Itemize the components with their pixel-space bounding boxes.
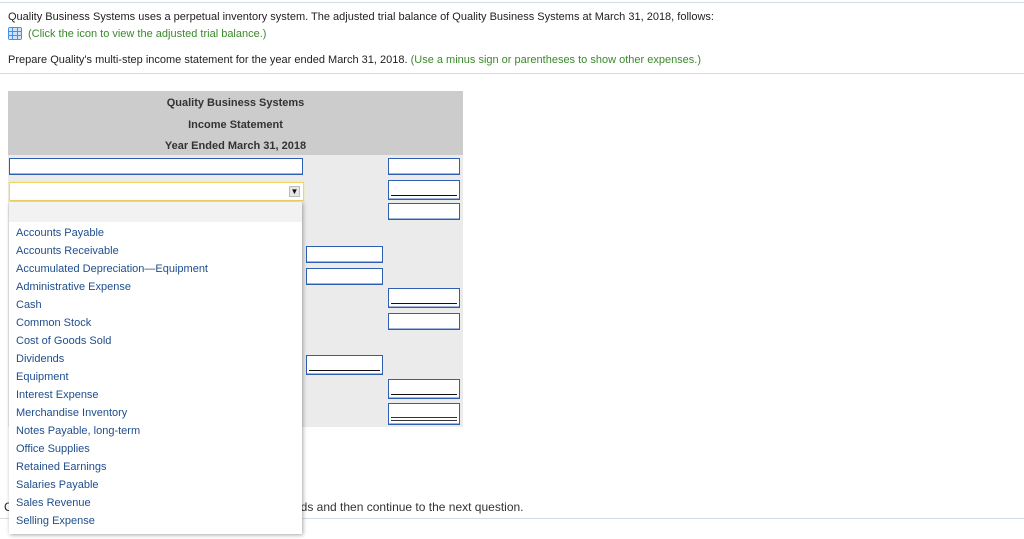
dropdown-option[interactable]: Equipment bbox=[9, 368, 302, 386]
amount-input-underlined[interactable] bbox=[388, 379, 460, 399]
dropdown-arrow-icon[interactable]: ▼ bbox=[289, 186, 300, 197]
table-grid-icon[interactable] bbox=[8, 27, 22, 40]
amount-input[interactable] bbox=[388, 313, 460, 330]
dropdown-option[interactable]: Salaries Payable bbox=[9, 476, 302, 494]
dropdown-option[interactable]: Dividends bbox=[9, 350, 302, 368]
dropdown-option[interactable]: Cash bbox=[9, 296, 302, 314]
amount-input-underlined[interactable] bbox=[388, 180, 460, 200]
top-divider bbox=[0, 2, 1024, 3]
instructions-divider bbox=[0, 73, 1024, 74]
dropdown-option[interactable]: Interest Expense bbox=[9, 386, 302, 404]
dropdown-option[interactable]: Sales Revenue bbox=[9, 494, 302, 512]
account-dropdown-list[interactable]: Accounts Payable Accounts Receivable Accum… bbox=[9, 202, 302, 534]
amount-input[interactable] bbox=[388, 203, 460, 220]
intro-text: Quality Business Systems uses a perpetua… bbox=[8, 11, 714, 23]
line-label-input[interactable] bbox=[9, 158, 303, 175]
footer-instruction: lds and then continue to the next questi… bbox=[298, 500, 524, 514]
task-text: Prepare Quality's multi-step income stat… bbox=[8, 54, 701, 66]
dropdown-option[interactable]: Office Supplies bbox=[9, 440, 302, 458]
view-trial-balance-link[interactable]: (Click the icon to view the adjusted tri… bbox=[28, 28, 266, 40]
dropdown-option[interactable]: Notes Payable, long-term bbox=[9, 422, 302, 440]
dropdown-blank-option[interactable] bbox=[9, 202, 302, 222]
dropdown-options: Accounts Payable Accounts Receivable Accum… bbox=[9, 222, 302, 530]
dropdown-option[interactable]: Accounts Payable bbox=[9, 224, 302, 242]
statement-period: Year Ended March 31, 2018 bbox=[164, 140, 307, 152]
company-name: Quality Business Systems bbox=[166, 97, 305, 109]
subtotal-input[interactable] bbox=[306, 246, 383, 263]
subtotal-input-underlined[interactable] bbox=[306, 355, 383, 375]
task-instruction: Prepare Quality's multi-step income stat… bbox=[8, 54, 408, 66]
dropdown-option[interactable]: Common Stock bbox=[9, 314, 302, 332]
subtotal-input[interactable] bbox=[306, 268, 383, 285]
amount-input[interactable] bbox=[388, 158, 460, 175]
dropdown-option[interactable]: Selling Expense bbox=[9, 512, 302, 530]
amount-input-underlined[interactable] bbox=[388, 288, 460, 308]
net-income-input[interactable] bbox=[388, 403, 460, 425]
dropdown-option[interactable]: Cost of Goods Sold bbox=[9, 332, 302, 350]
statement-title: Income Statement bbox=[188, 119, 283, 131]
dropdown-option[interactable]: Accounts Receivable bbox=[9, 242, 302, 260]
dropdown-option[interactable]: Merchandise Inventory bbox=[9, 404, 302, 422]
task-hint: (Use a minus sign or parentheses to show… bbox=[410, 54, 702, 66]
account-select[interactable]: ▼ bbox=[9, 182, 304, 201]
dropdown-option[interactable]: Accumulated Depreciation—Equipment bbox=[9, 260, 302, 278]
dropdown-option[interactable]: Administrative Expense bbox=[9, 278, 302, 296]
dropdown-option[interactable]: Retained Earnings bbox=[9, 458, 302, 476]
